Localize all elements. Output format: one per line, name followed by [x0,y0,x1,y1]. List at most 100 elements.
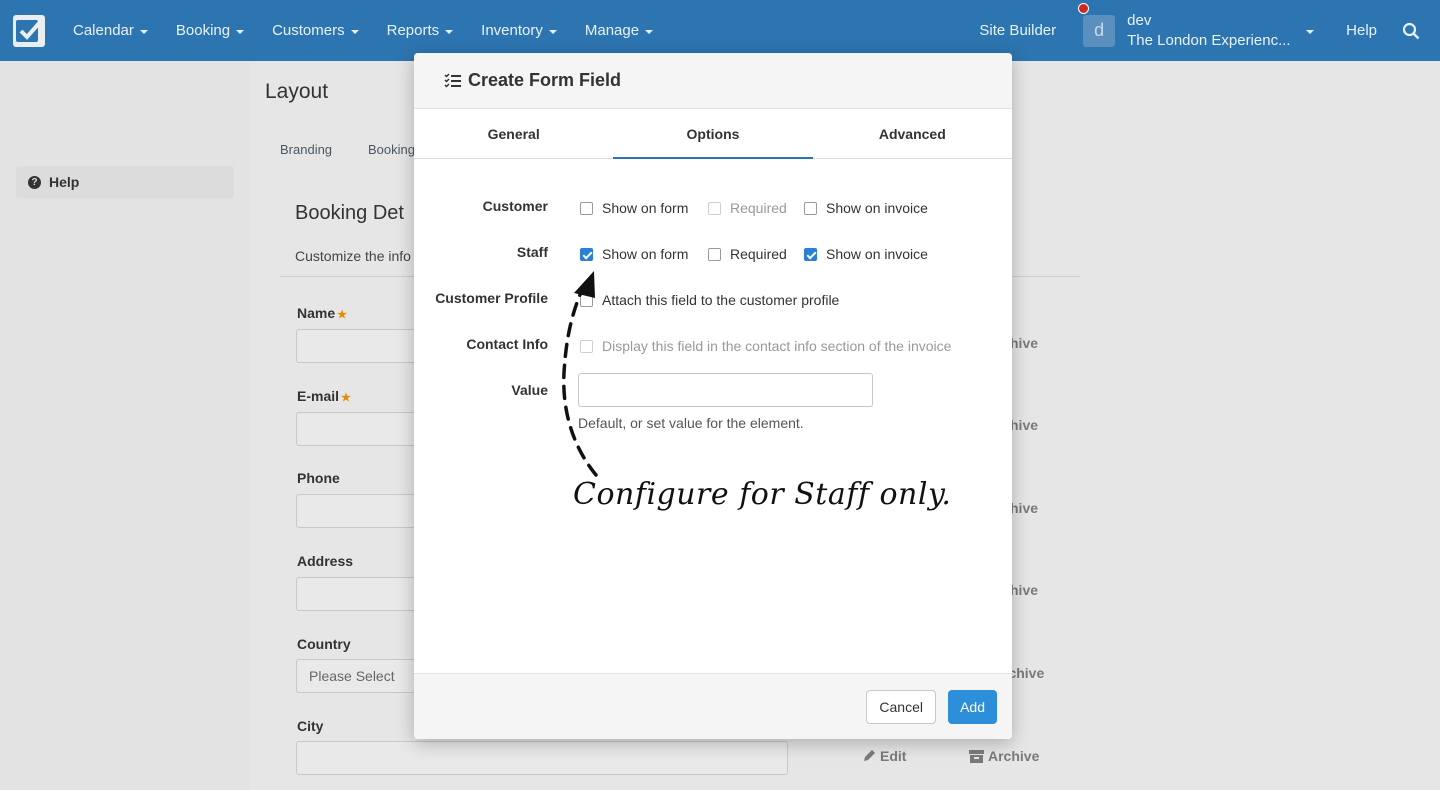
sidebar-help-label: Help [49,174,80,190]
user-menu[interactable]: d dev The London Experienc... [1078,2,1315,51]
annotation-text: Configure for Staff only. [573,477,952,512]
top-navbar: Calendar Booking Customers Reports Inven… [0,0,1440,61]
tab-general[interactable]: General [414,109,613,158]
customer-required-checkbox[interactable] [708,201,721,215]
archive-action[interactable]: hive [1010,500,1038,516]
staff-show-on-invoice[interactable]: Show on invoice [804,246,928,262]
customer-show-on-form[interactable]: Show on form [580,200,688,216]
archive-label: Archive [988,748,1040,764]
value-row-label: Value [511,382,548,398]
modal-tabs: General Options Advanced [414,109,1012,159]
nav-reports[interactable]: Reports [373,0,468,61]
field-label-address: Address [297,553,354,569]
option-label: Show on invoice [826,200,928,216]
caret-down-icon [645,29,654,34]
field-label-text: Name [297,305,336,321]
caret-down-icon [236,29,245,34]
question-circle-icon: ? [28,175,41,189]
staff-show-on-form[interactable]: Show on form [580,246,688,262]
modal-footer: Cancel Add [414,673,1012,739]
tab-advanced[interactable]: Advanced [813,109,1012,158]
country-select-value: Please Select [309,668,395,684]
notification-dot [1078,2,1090,14]
customer-row-label: Customer [482,198,548,214]
option-label: Show on invoice [826,246,928,262]
tab-branding[interactable]: Branding [280,142,332,157]
customer-show-on-invoice[interactable]: Show on invoice [804,200,928,216]
page-title: Layout [265,80,329,103]
tab-booking[interactable]: Booking [368,142,415,157]
section-title: Booking Det [295,202,404,224]
help-link[interactable]: Help [1346,22,1377,39]
customer-show-on-invoice-checkbox[interactable] [804,201,817,215]
add-button[interactable]: Add [948,690,997,724]
edit-label: Edit [880,748,907,764]
search-icon[interactable] [1402,22,1420,40]
archive-action[interactable]: hive [1010,417,1038,433]
caret-down-icon [1306,29,1315,34]
field-label-phone: Phone [297,470,340,486]
nav-customers[interactable]: Customers [258,0,373,61]
option-label: Show on form [602,246,689,262]
field-label-email: E-mail ★ [297,388,351,404]
modal-header: Create Form Field [414,53,1012,109]
field-label-city: City [297,718,324,734]
nav-inventory[interactable]: Inventory [467,0,571,61]
staff-show-on-invoice-checkbox[interactable] [804,247,817,261]
option-label: Show on form [602,200,689,216]
user-company: The London Experienc... [1127,31,1291,49]
nav-manage[interactable]: Manage [571,0,667,61]
user-name: dev [1127,11,1152,29]
attach-to-profile[interactable]: Attach this field to the customer profil… [580,292,839,308]
value-input[interactable] [578,373,873,407]
display-in-contact-info-checkbox[interactable] [580,339,593,353]
attach-to-profile-checkbox[interactable] [580,293,593,307]
nav-booking-label: Booking [175,22,231,39]
field-label-text: E-mail [297,388,340,404]
app-logo-checkbox-icon[interactable] [13,14,45,47]
nav-calendar[interactable]: Calendar [59,0,162,61]
pencil-icon [864,750,875,761]
caret-down-icon [445,29,454,34]
nav-booking[interactable]: Booking [162,0,258,61]
tab-options[interactable]: Options [613,109,813,159]
staff-show-on-form-checkbox[interactable] [580,247,593,261]
required-star-icon: ★ [337,309,348,321]
contact-info-row-label: Contact Info [466,336,548,352]
field-label-country: Country [297,636,351,652]
nav-calendar-label: Calendar [73,22,134,39]
value-help-text: Default, or set value for the element. [578,415,804,431]
archive-action[interactable]: hive [1010,335,1038,351]
field-label-name: Name ★ [297,305,347,321]
create-form-field-modal: Create Form Field General Options Advanc… [414,53,1012,739]
section-subtitle: Customize the info [295,248,411,264]
customer-required[interactable]: Required [708,200,787,216]
sidebar-help[interactable]: ? Help [16,166,234,198]
archive-button[interactable]: Archive [969,748,1039,764]
checklist-icon [444,72,461,88]
avatar: d [1083,14,1116,47]
nav-inventory-label: Inventory [481,22,543,39]
staff-required[interactable]: Required [708,246,787,262]
customer-show-on-form-checkbox[interactable] [580,201,593,215]
display-in-contact-info[interactable]: Display this field in the contact info s… [580,338,951,354]
city-input[interactable] [296,741,788,775]
nav-manage-label: Manage [584,22,640,39]
staff-row-label: Staff [516,244,548,260]
caret-down-icon [350,29,359,34]
caret-down-icon [139,29,148,34]
caret-down-icon [548,29,557,34]
site-builder-link[interactable]: Site Builder [979,22,1056,39]
staff-required-checkbox[interactable] [708,247,721,261]
option-label: Required [730,246,787,262]
cancel-button[interactable]: Cancel [866,690,936,724]
edit-button[interactable]: Edit [862,748,906,764]
customer-profile-row-label: Customer Profile [435,290,548,306]
modal-title: Create Form Field [468,70,622,90]
nav-reports-label: Reports [386,22,440,39]
archive-action[interactable]: hive [1010,582,1038,598]
option-label: Attach this field to the customer profil… [602,292,840,308]
nav-customers-label: Customers [272,22,345,39]
option-label: Display this field in the contact info s… [602,338,952,354]
archive-box-icon [969,750,984,763]
